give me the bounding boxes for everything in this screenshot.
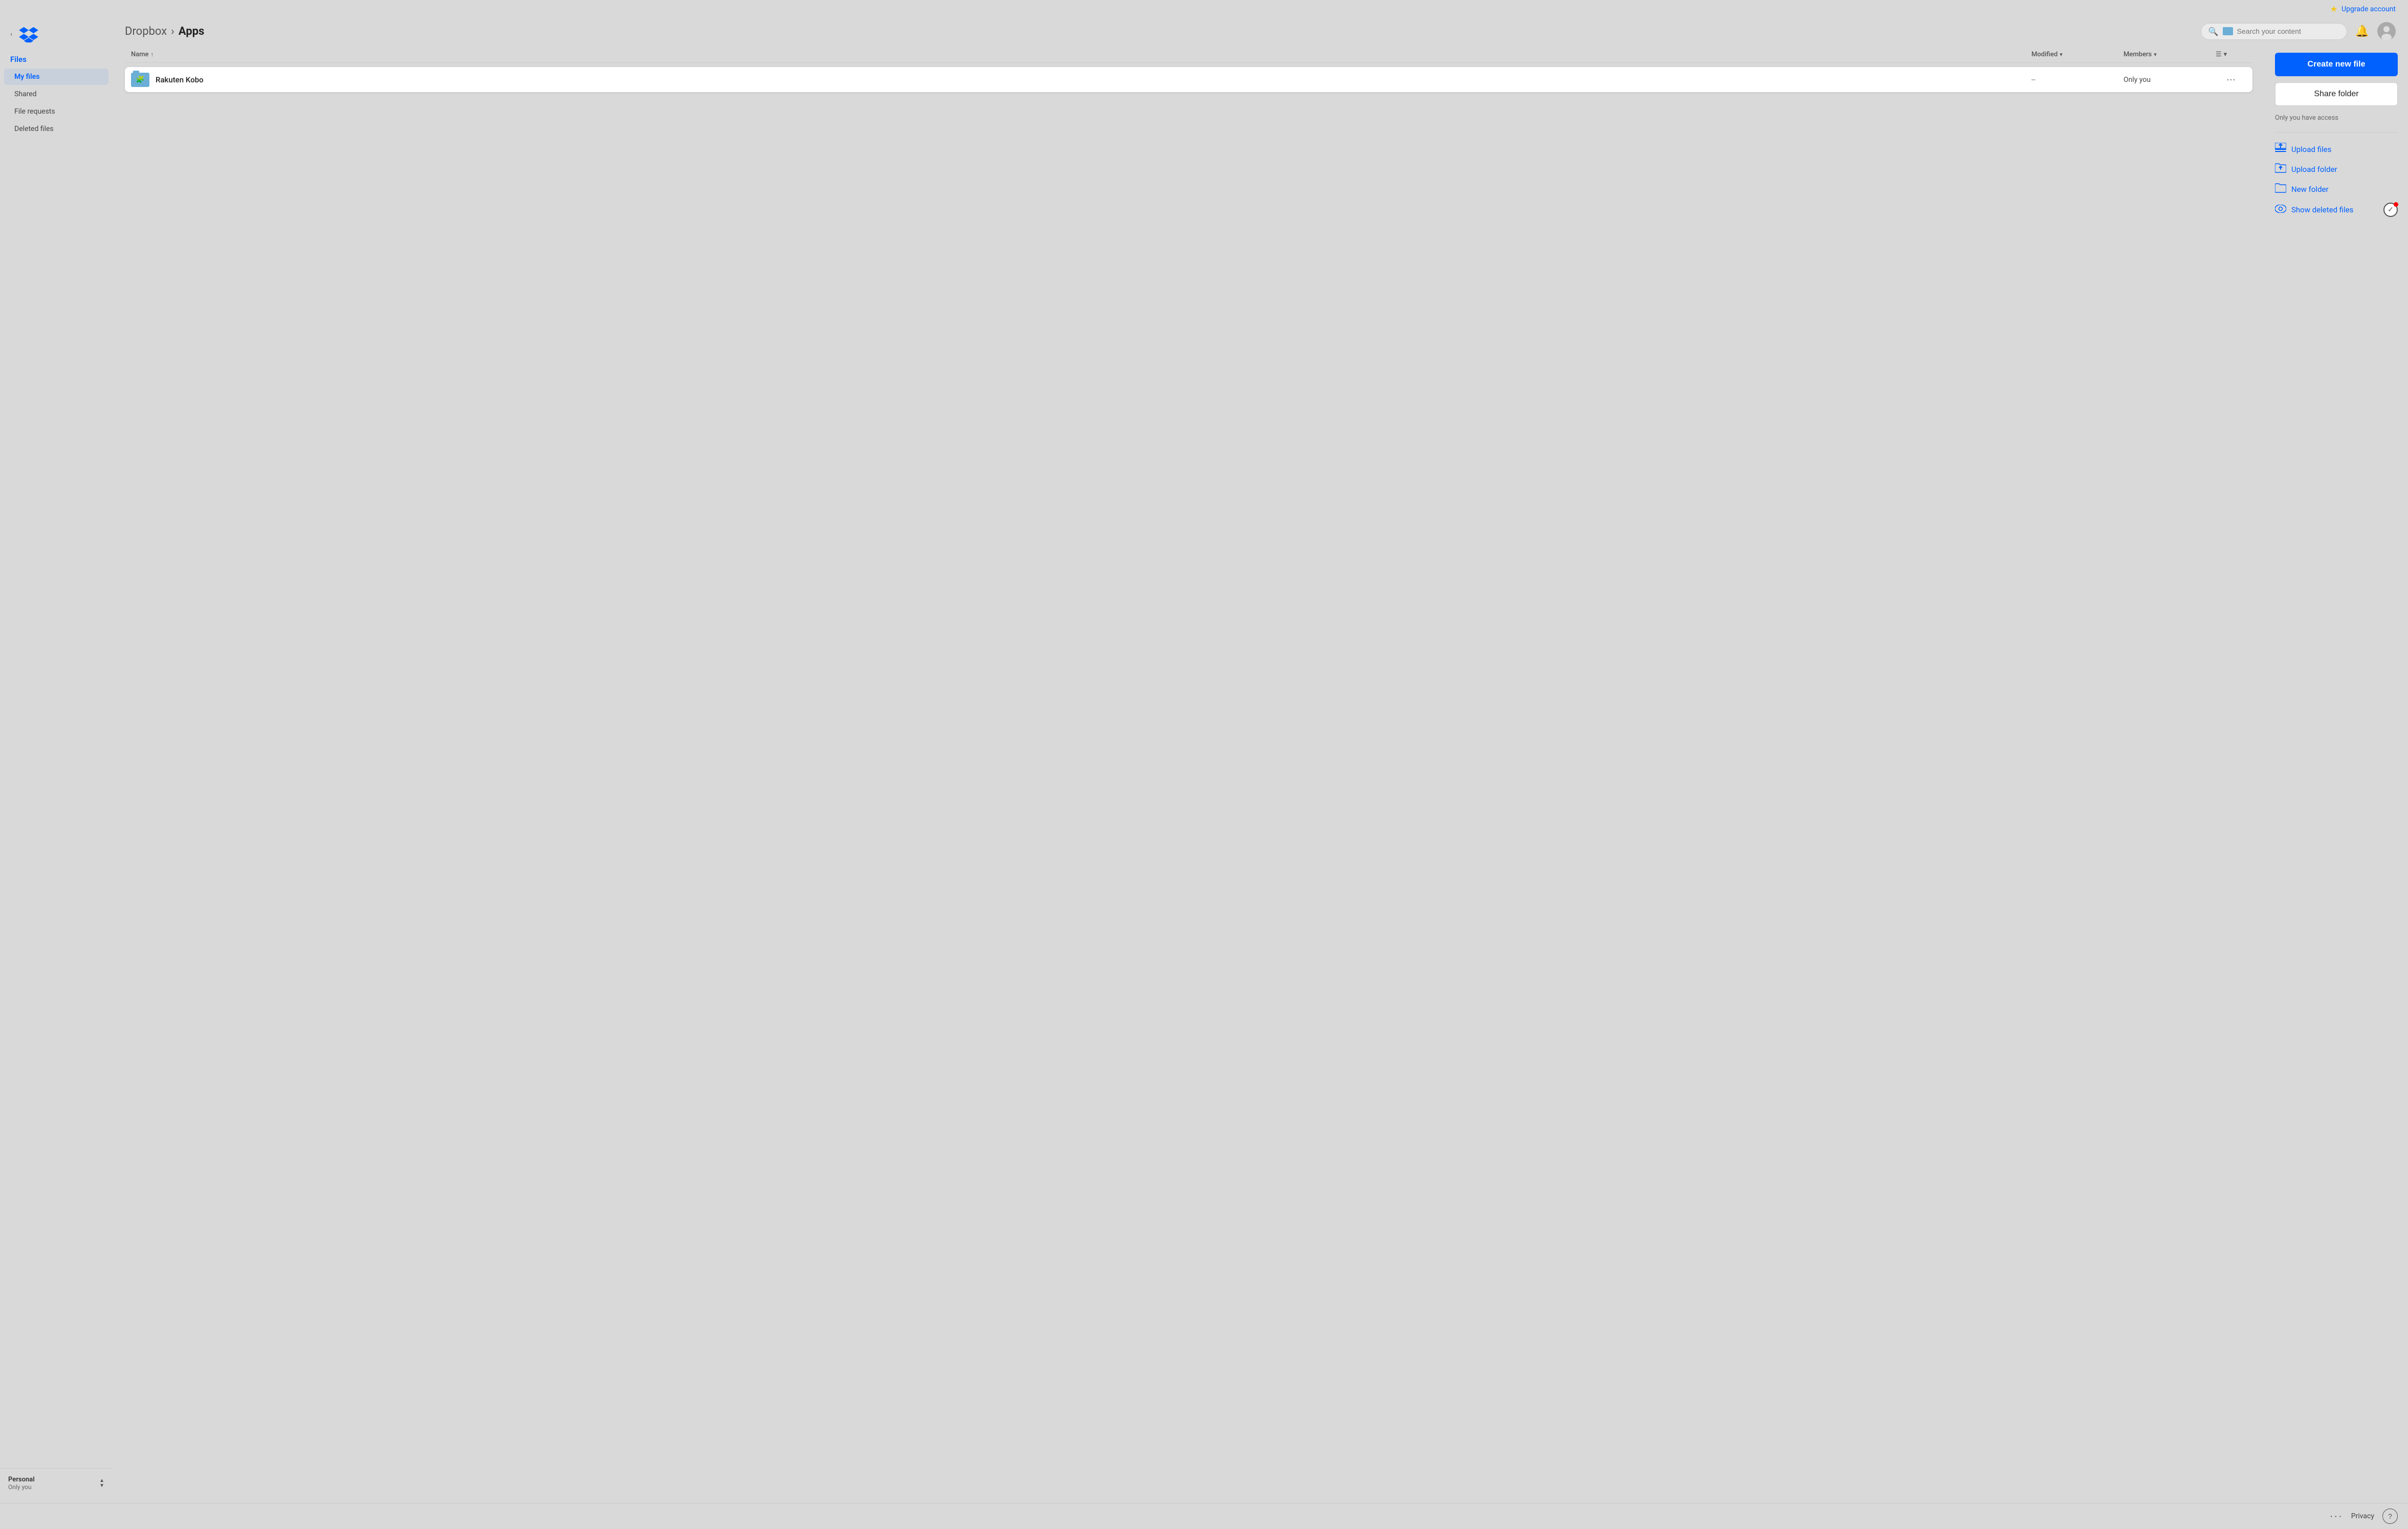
main-header: Dropbox › Apps 🔍 🔔 bbox=[113, 16, 2408, 47]
create-new-file-button[interactable]: Create new file bbox=[2275, 53, 2398, 76]
sidebar-footer-info: Personal Only you bbox=[8, 1476, 35, 1491]
bottom-bar: ··· Privacy ? bbox=[0, 1503, 2408, 1529]
footer-title: Personal bbox=[8, 1476, 35, 1483]
user-avatar-button[interactable] bbox=[2377, 22, 2396, 40]
footer-expand-button[interactable]: ▲ ▼ bbox=[99, 1478, 104, 1489]
col-members-label: Members bbox=[2124, 51, 2152, 58]
sidebar-footer: Personal Only you ▲ ▼ bbox=[0, 1468, 113, 1497]
avatar-icon bbox=[2377, 22, 2396, 40]
main-content: Dropbox › Apps 🔍 🔔 bbox=[113, 16, 2408, 1503]
sidebar-item-label: File requests bbox=[14, 107, 55, 116]
breadcrumb-current: Apps bbox=[179, 25, 204, 38]
sort-modified-icon: ▾ bbox=[2060, 51, 2063, 58]
upgrade-label: Upgrade account bbox=[2341, 5, 2396, 13]
share-folder-button[interactable]: Share folder bbox=[2275, 82, 2398, 106]
access-info: Only you have access bbox=[2275, 112, 2398, 124]
sidebar-item-shared[interactable]: Shared bbox=[4, 86, 108, 102]
star-icon: ★ bbox=[2330, 4, 2337, 14]
check-circle: ✓ bbox=[2383, 203, 2398, 217]
upload-folder-label: Upload folder bbox=[2291, 165, 2337, 174]
sidebar-item-label: My files bbox=[14, 73, 39, 81]
collapse-button[interactable]: ‹ bbox=[8, 28, 14, 40]
notification-dot bbox=[2394, 202, 2398, 207]
dropbox-logo bbox=[18, 26, 39, 42]
file-more-button[interactable]: ··· bbox=[2222, 72, 2240, 87]
breadcrumb-separator: › bbox=[171, 25, 174, 38]
upgrade-account-link[interactable]: Upgrade account bbox=[2341, 5, 2396, 13]
new-folder-label: New folder bbox=[2291, 185, 2329, 194]
column-view-options[interactable]: ☰ ▾ bbox=[2216, 51, 2246, 58]
show-deleted-files-link[interactable]: Show deleted files bbox=[2275, 205, 2353, 215]
sort-ascending-icon: ↑ bbox=[151, 51, 154, 58]
breadcrumb: Dropbox › Apps bbox=[125, 25, 2193, 38]
sidebar-item-label: Shared bbox=[14, 90, 37, 98]
sidebar-logo: ‹ bbox=[0, 22, 113, 51]
more-options-button[interactable]: ··· bbox=[2330, 1511, 2343, 1522]
file-members: Only you bbox=[2124, 76, 2216, 84]
sidebar-nav: Files My files Shared File requests Dele… bbox=[0, 51, 113, 1468]
column-name[interactable]: Name ↑ bbox=[131, 51, 2031, 58]
divider bbox=[2275, 132, 2398, 133]
search-folder-icon bbox=[2223, 27, 2233, 35]
sort-members-icon: ▾ bbox=[2154, 51, 2157, 58]
sidebar-item-file-requests[interactable]: File requests bbox=[4, 103, 108, 120]
action-links: Upload files Upload folder bbox=[2275, 141, 2398, 219]
column-members[interactable]: Members ▾ bbox=[2124, 51, 2216, 58]
upload-folder-link[interactable]: Upload folder bbox=[2275, 163, 2398, 176]
files-section-title[interactable]: Files bbox=[0, 51, 113, 68]
file-actions-cell: ··· bbox=[2216, 72, 2246, 87]
folder-icon: 🧩 bbox=[131, 73, 149, 87]
sidebar-item-label: Deleted files bbox=[14, 125, 54, 133]
app-layout: ‹ Files My files Shared File requests bbox=[0, 16, 2408, 1503]
help-icon: ? bbox=[2388, 1512, 2392, 1520]
sidebar: ‹ Files My files Shared File requests bbox=[0, 16, 113, 1503]
sidebar-footer-controls: Personal Only you ▲ ▼ bbox=[8, 1476, 104, 1491]
new-folder-icon bbox=[2275, 183, 2286, 195]
table-row[interactable]: 🧩 Rakuten Kobo -- Only you ··· bbox=[125, 67, 2252, 92]
upload-folder-icon bbox=[2275, 163, 2286, 176]
upload-files-icon bbox=[2275, 143, 2286, 156]
file-name: Rakuten Kobo bbox=[156, 75, 204, 84]
breadcrumb-parent[interactable]: Dropbox bbox=[125, 25, 167, 38]
view-options-icon: ▾ bbox=[2224, 51, 2227, 58]
search-icon: 🔍 bbox=[2208, 27, 2219, 36]
notification-bell-button[interactable]: 🔔 bbox=[2353, 23, 2371, 40]
right-panel: Create new file Share folder Only you ha… bbox=[2265, 47, 2408, 1503]
new-folder-link[interactable]: New folder bbox=[2275, 183, 2398, 195]
sidebar-item-my-files[interactable]: My files bbox=[4, 69, 108, 85]
show-deleted-label: Show deleted files bbox=[2291, 205, 2353, 214]
topbar: ★ Upgrade account bbox=[0, 0, 2408, 16]
help-button[interactable]: ? bbox=[2382, 1509, 2398, 1524]
col-name-label: Name bbox=[131, 51, 149, 58]
col-modified-label: Modified bbox=[2031, 51, 2057, 58]
file-name-cell: 🧩 Rakuten Kobo bbox=[131, 73, 2031, 87]
header-actions: 🔍 🔔 bbox=[2201, 22, 2396, 40]
file-list-section: Name ↑ Modified ▾ Members ▾ ☰ ▾ bbox=[113, 47, 2265, 1503]
search-input[interactable] bbox=[2237, 27, 2339, 35]
sidebar-item-deleted-files[interactable]: Deleted files bbox=[4, 121, 108, 137]
puzzle-icon: 🧩 bbox=[136, 76, 144, 84]
footer-subtitle: Only you bbox=[8, 1483, 35, 1491]
show-deleted-icon bbox=[2275, 205, 2286, 215]
column-modified[interactable]: Modified ▾ bbox=[2031, 51, 2124, 58]
check-overlay: ✓ bbox=[2383, 203, 2398, 217]
search-bar[interactable]: 🔍 bbox=[2201, 23, 2347, 40]
file-area: Name ↑ Modified ▾ Members ▾ ☰ ▾ bbox=[113, 47, 2408, 1503]
upload-files-label: Upload files bbox=[2291, 145, 2331, 154]
file-modified: -- bbox=[2031, 76, 2124, 84]
upload-files-link[interactable]: Upload files bbox=[2275, 143, 2398, 156]
privacy-link[interactable]: Privacy bbox=[2351, 1512, 2374, 1520]
file-table-header: Name ↑ Modified ▾ Members ▾ ☰ ▾ bbox=[125, 47, 2252, 63]
